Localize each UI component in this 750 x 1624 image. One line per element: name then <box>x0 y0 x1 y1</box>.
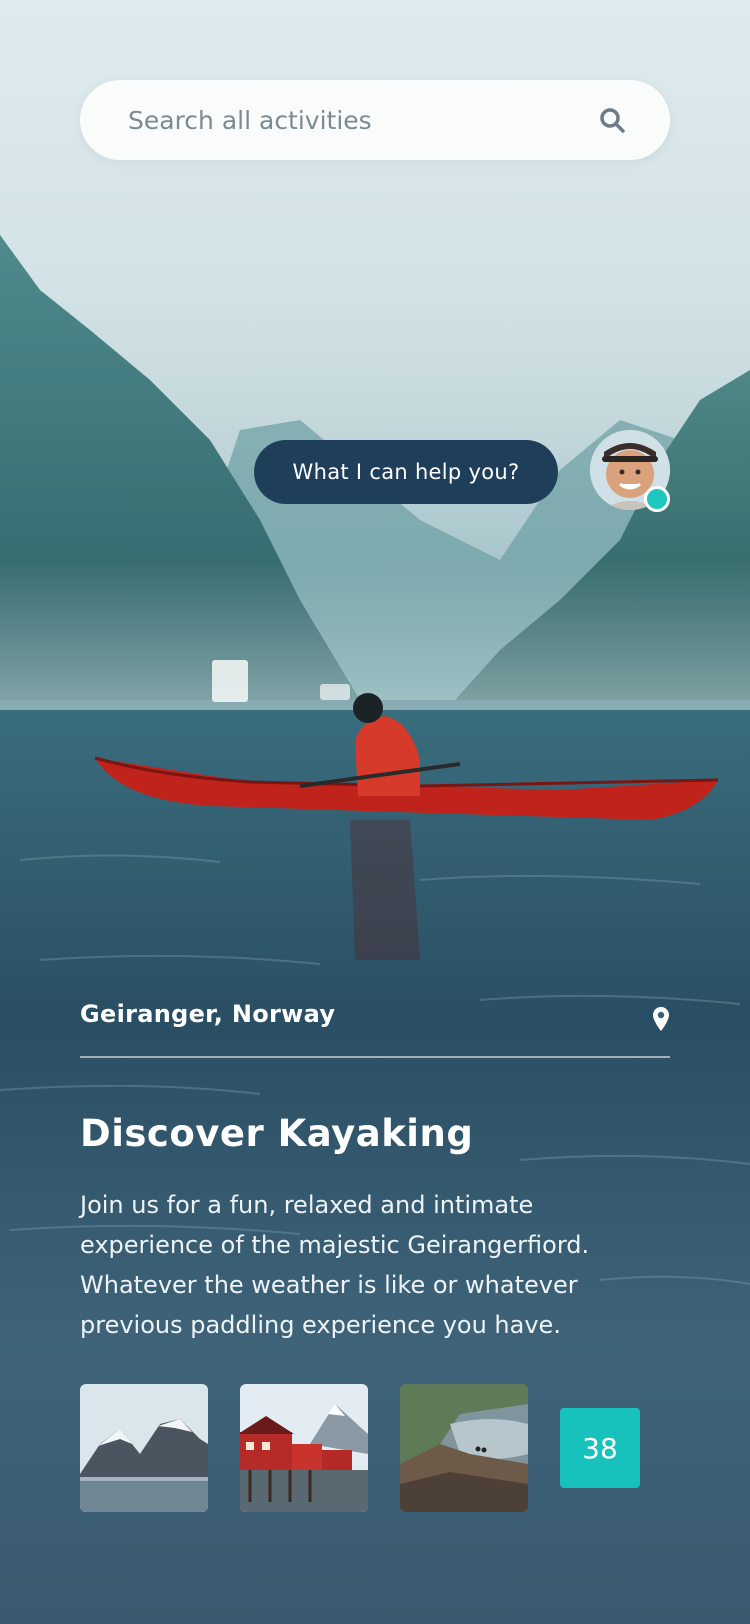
gallery-thumbnail-snowy-mountains[interactable] <box>80 1384 208 1512</box>
chat-message: What I can help you? <box>292 460 520 484</box>
background-photo <box>0 0 750 1624</box>
search-input[interactable] <box>128 80 588 160</box>
location-name: Geiranger, Norway <box>80 1000 336 1028</box>
gallery-thumbnail-fjord-cliff[interactable] <box>400 1384 528 1512</box>
activity-description: Join us for a fun, relaxed and intimate … <box>80 1191 590 1339</box>
search-bar[interactable] <box>80 80 670 160</box>
activity-title: Discover Kayaking <box>80 1112 474 1155</box>
more-photos-count: 38 <box>582 1431 618 1465</box>
location-row: Geiranger, Norway <box>80 1000 670 1058</box>
gallery-thumbnail-red-cabins[interactable] <box>240 1384 368 1512</box>
map-pin-icon[interactable] <box>652 1006 670 1032</box>
screen: What I can help you? Geiranger, Norway D… <box>0 0 750 1624</box>
search-icon[interactable] <box>598 106 626 134</box>
assistant-chat-bubble[interactable]: What I can help you? <box>254 440 558 504</box>
more-photos-count-button[interactable]: 38 <box>560 1408 640 1488</box>
online-status-dot <box>644 486 670 512</box>
